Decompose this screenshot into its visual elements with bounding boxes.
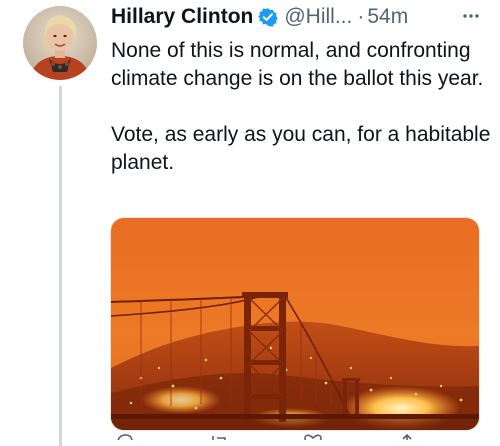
avatar[interactable] — [23, 6, 97, 80]
retweet-icon[interactable] — [209, 432, 229, 440]
like-icon[interactable] — [303, 432, 323, 440]
more-options-icon[interactable] — [459, 4, 483, 28]
tweet-timestamp[interactable]: 54m — [367, 5, 408, 29]
tweet-actions — [111, 432, 491, 440]
thread-line — [59, 86, 62, 446]
share-icon[interactable] — [397, 432, 417, 440]
reply-icon[interactable] — [115, 432, 135, 440]
tweet-image[interactable] — [110, 217, 480, 431]
author-name[interactable]: Hillary Clinton — [111, 5, 253, 29]
tweet-text: None of this is normal, and confronting … — [111, 37, 491, 177]
author-handle[interactable]: @Hill... — [284, 5, 352, 29]
tweet-paragraph-2: Vote, as early as you can, for a habitab… — [111, 123, 491, 174]
wildfire-bridge-photo — [111, 218, 479, 430]
tweet[interactable]: Hillary Clinton @Hill... · 54m None of t… — [0, 0, 500, 446]
tweet-paragraph-1: None of this is normal, and confronting … — [111, 39, 484, 90]
tweet-header: Hillary Clinton @Hill... · 54m — [111, 4, 491, 30]
timestamp-separator: · — [357, 5, 365, 28]
verified-badge-icon — [258, 7, 279, 27]
